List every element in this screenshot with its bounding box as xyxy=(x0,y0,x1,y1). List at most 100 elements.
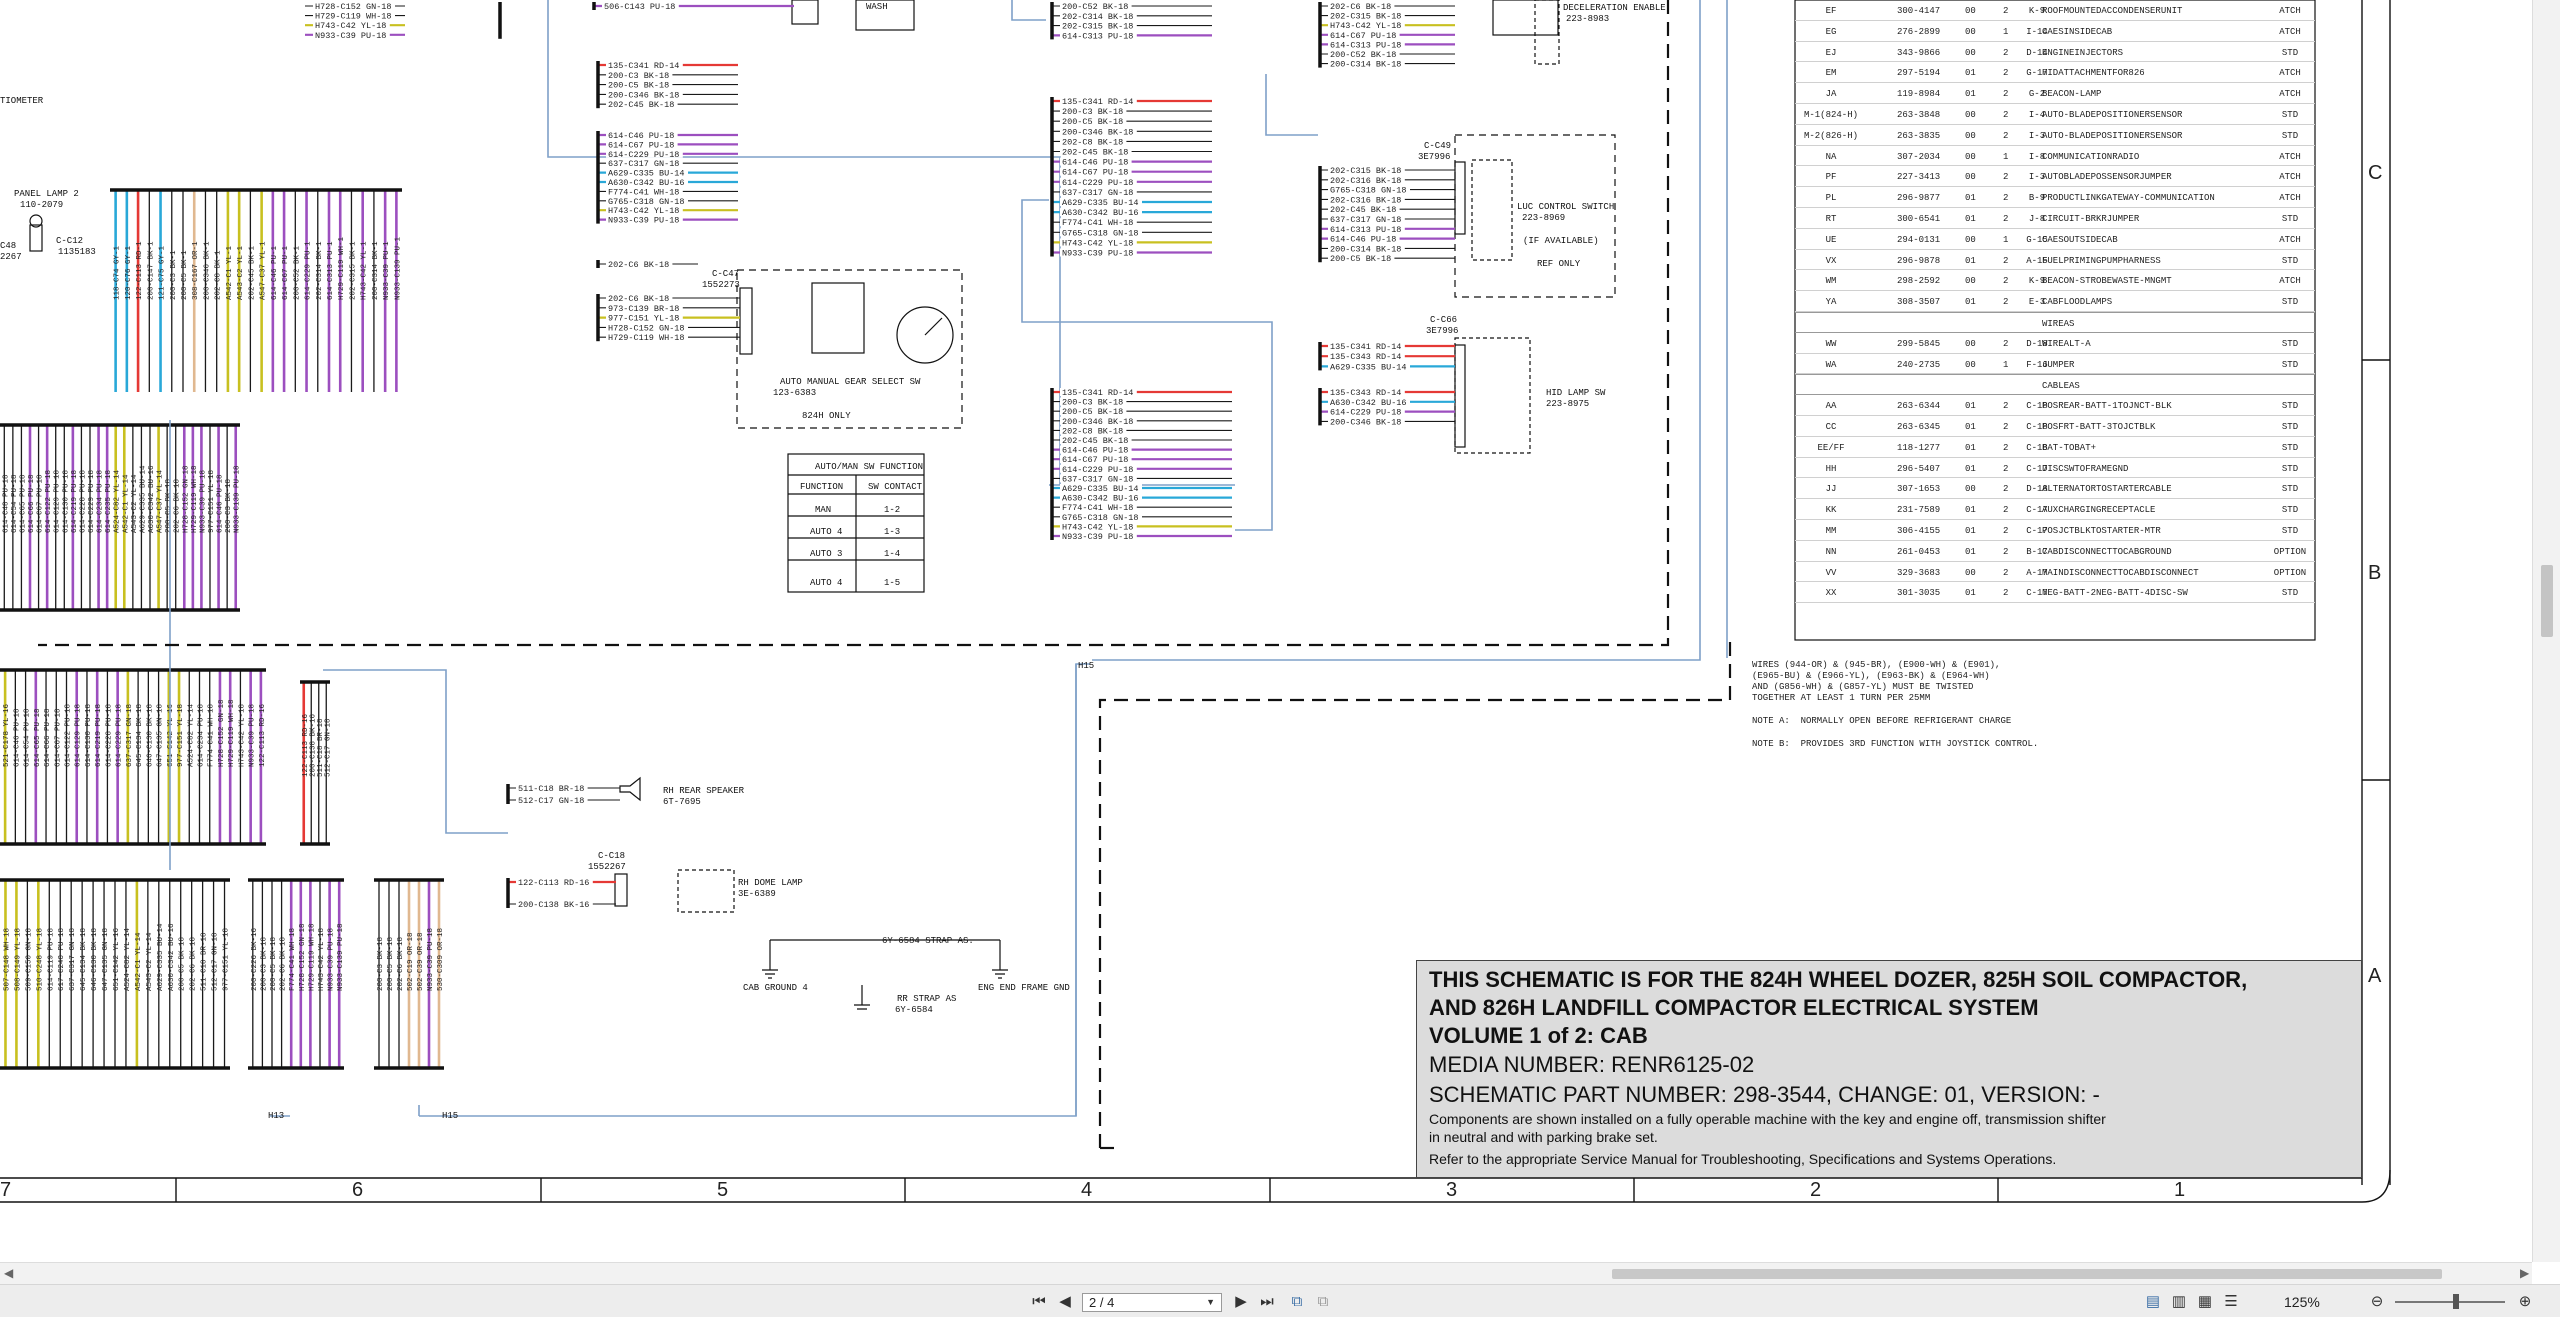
parts-qty: 2 xyxy=(2003,588,2009,599)
wire-label: 202-C45 BK-18 xyxy=(608,100,674,110)
horizontal-scrollbar[interactable]: ◀ ▶ xyxy=(0,1262,2532,1284)
parts-row: YA 308-3507 01 2 E-3 CABFLOODLAMPS STD xyxy=(1795,291,2315,312)
parts-qty: 2 xyxy=(2003,172,2009,183)
wire-label: 512-C17 GN-18 xyxy=(518,796,584,806)
wire-label: H728-C152 GN-18 xyxy=(315,2,392,12)
bundle-wire-label: 977-C151 YL-18 xyxy=(208,470,216,533)
next-page-icon[interactable]: ▶ xyxy=(1230,1292,1252,1312)
parts-code: MM xyxy=(1825,525,1837,536)
parts-qty: 2 xyxy=(2003,525,2009,536)
title-description-3: Refer to the appropriate Service Manual … xyxy=(1429,1151,2057,1167)
grid-col-7-partial: 7 xyxy=(0,1179,12,1201)
parts-qty: 2 xyxy=(2003,546,2009,557)
bundle-wire-label: 200-C5 BK-18 xyxy=(179,937,187,991)
parts-row: VX 296-9878 01 2 A-15 FUELPRIMINGPUMPHARNESS S… xyxy=(1795,250,2315,271)
bundle-wire-label: 200-C147 BK-1 xyxy=(147,241,155,300)
parts-code: AA xyxy=(1825,401,1837,412)
previous-page-icon[interactable]: ◀ xyxy=(1054,1292,1076,1312)
parts-code: M-2(826-H) xyxy=(1803,130,1858,141)
parts-note: STD xyxy=(2281,525,2299,536)
bundle-wire-label: 122-C113 RD-1 xyxy=(136,241,144,300)
bundle-wire-label: N933-C139 PU-18 xyxy=(337,923,345,991)
two-page-view-icon[interactable]: ▦ xyxy=(2194,1292,2216,1312)
bundle-wire-label: 645-C134 BK-18 xyxy=(80,928,88,991)
note-line: TOGETHER AT LEAST 1 TURN PER 25MM xyxy=(1752,693,1931,703)
bundle-wire-label: 614-C229 PU-18 xyxy=(116,704,124,767)
zoom-out-icon[interactable]: ⊖ xyxy=(2366,1292,2388,1312)
parts-qty: 2 xyxy=(2003,297,2009,308)
parts-number: 261-0453 xyxy=(1897,546,1941,557)
parts-row: EF 300-4147 00 2 K-9 ROOFMOUNTEDACCONDENSERUN… xyxy=(1795,0,2315,21)
parts-note: STD xyxy=(2281,442,2299,453)
parts-group: 00 xyxy=(1965,234,1976,245)
parts-row: VV 329-3683 00 2 A-17 MAINDISCONNECTTOCABDISC… xyxy=(1795,562,2315,583)
parts-description: CABFLOODLAMPS xyxy=(2042,297,2113,308)
fit-page-icon[interactable]: ⧉ xyxy=(1286,1292,1308,1312)
parts-note: ATCH xyxy=(2279,172,2301,183)
single-page-view-icon[interactable]: ▤ xyxy=(2142,1292,2164,1312)
parts-note: STD xyxy=(2281,109,2299,120)
bundle-wire-label: 614-C54 PU-18 xyxy=(11,474,19,533)
parts-group: 01 xyxy=(1965,68,1976,79)
automan-row-contact: 1-3 xyxy=(884,527,900,537)
parts-group: 01 xyxy=(1965,255,1976,266)
wire-label: 135-C341 RD-14 xyxy=(1330,342,1401,352)
wire-label: H728-C152 GN-18 xyxy=(608,323,685,333)
wire-label: 614-C46 PU-18 xyxy=(1062,158,1128,168)
parts-number: 231-7589 xyxy=(1897,505,1941,516)
wire-label: N933-C39 PU-18 xyxy=(608,216,679,226)
parts-group: 00 xyxy=(1965,26,1976,37)
parts-code: RT xyxy=(1825,213,1837,224)
zoom-in-icon[interactable]: ⊕ xyxy=(2514,1292,2536,1312)
page-selector[interactable]: 2 / 4 ▼ xyxy=(1082,1293,1222,1312)
wire-label: F774-C41 WH-18 xyxy=(1062,503,1133,513)
bundle-wire-label: 120-C76 GY-1 xyxy=(125,245,133,300)
bundle-wire-label: 614-C235 PU-18 xyxy=(105,470,113,533)
bundle-wire-label: A630-C342 BU-16 xyxy=(148,465,156,533)
parts-group: 01 xyxy=(1965,463,1976,474)
parts-row: PF 227-3413 00 2 I-3 AUTOBLADEPOSSENSORJUMPER… xyxy=(1795,166,2315,188)
parts-group: 01 xyxy=(1965,505,1976,516)
vertical-scroll-thumb[interactable] xyxy=(2541,565,2553,637)
last-page-icon[interactable]: ⏭ xyxy=(1256,1292,1278,1312)
parts-group: 00 xyxy=(1965,109,1976,120)
title-description-1: Components are shown installed on a full… xyxy=(1429,1111,2106,1127)
scroll-view-icon[interactable]: ☰ xyxy=(2220,1292,2242,1312)
zoom-level[interactable]: 125% xyxy=(2284,1294,2320,1310)
fit-width-icon[interactable]: ⧉ xyxy=(1312,1292,1334,1312)
bundle-wire-label: 646-C130 BK-18 xyxy=(91,928,99,991)
vertical-scrollbar[interactable] xyxy=(2532,0,2560,1262)
bundle-wire-label: 614-C122 PU-18 xyxy=(65,704,73,767)
continuous-view-icon[interactable]: ▥ xyxy=(2168,1292,2190,1312)
label-824h-only: 824H ONLY xyxy=(802,411,851,421)
wire-label: 200-C346 BK-18 xyxy=(1062,127,1133,137)
parts-note: STD xyxy=(2281,401,2299,412)
parts-row: UE 294-0131 00 1 G-15 CAESOUTSIDECAB ATCH xyxy=(1795,229,2315,250)
bundle-wire-label: 202-C45 BK-1 xyxy=(248,245,256,300)
zoom-slider[interactable] xyxy=(2395,1301,2505,1303)
label-cab-ground: CAB GROUND 4 xyxy=(743,983,808,993)
parts-row: WM 298-2592 00 2 K-9 BEACON-STROBEWASTE-MNGMT… xyxy=(1795,270,2315,292)
wire-label: 202-C45 BK-18 xyxy=(1062,148,1128,158)
wire-label: 202-C6 BK-18 xyxy=(608,260,669,270)
bundle-wire-label: 977-C151 YL-18 xyxy=(223,928,231,991)
wire-label: 122-C113 RD-16 xyxy=(518,878,589,888)
parts-group: 00 xyxy=(1965,130,1976,141)
zoom-slider-handle[interactable] xyxy=(2453,1294,2459,1309)
first-page-icon[interactable]: ⏮ xyxy=(1028,1292,1050,1312)
bundle-wire-label: 617-C240 PU-18 xyxy=(58,928,66,991)
scroll-left-icon[interactable]: ◀ xyxy=(4,1266,13,1280)
bundle-wire-label: 200-C5 BK-18 xyxy=(270,937,278,991)
horizontal-scroll-thumb[interactable] xyxy=(1612,1269,2442,1279)
scroll-right-icon[interactable]: ▶ xyxy=(2520,1266,2529,1280)
parts-row: EM 297-5194 01 2 G-17 HIDATTACHMENTFOR826 ATCH xyxy=(1795,62,2315,84)
wire-label: 200-C5 BK-18 xyxy=(1062,407,1123,417)
wire-label: 135-C341 RD-14 xyxy=(1062,388,1133,398)
parts-number: 296-9877 xyxy=(1897,193,1941,204)
label-c18: C-C18 xyxy=(598,851,625,861)
bundle-wire-label: 651-C142 YL-16 xyxy=(113,927,121,991)
parts-code: M-1(824-H) xyxy=(1803,109,1858,120)
wire-label: 977-C151 YL-18 xyxy=(608,314,679,324)
wire-label: H743-C42 YL-18 xyxy=(315,21,386,31)
grid-col-2: 2 xyxy=(1810,1179,1822,1201)
